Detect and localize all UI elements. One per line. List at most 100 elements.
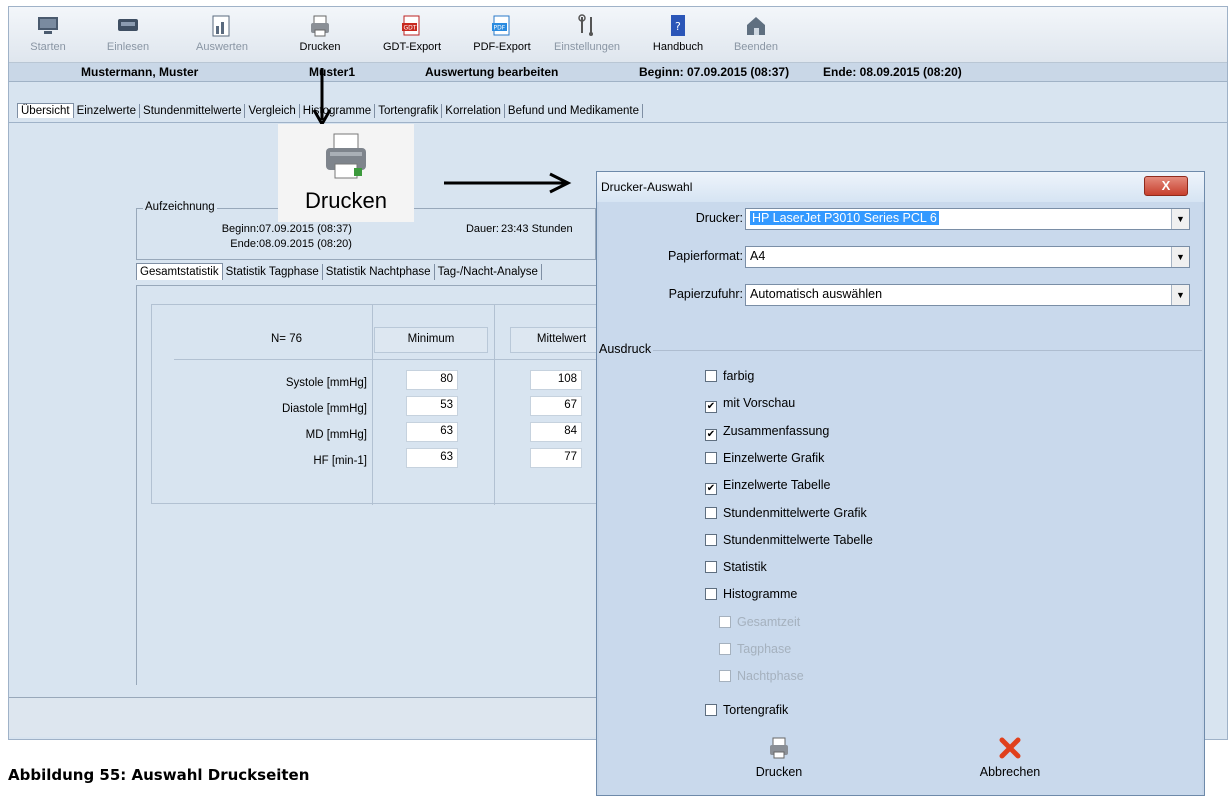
einstellungen-button[interactable]: Einstellungen xyxy=(554,9,620,61)
pdf-export-button[interactable]: PDF PDF-Export xyxy=(469,9,535,61)
option-label: Gesamtzeit xyxy=(737,614,801,629)
tab-korrelation[interactable]: Korrelation xyxy=(442,104,505,118)
checkbox-empty-icon xyxy=(719,615,731,628)
tools-icon xyxy=(578,14,593,36)
einlesen-button[interactable]: Einlesen xyxy=(95,9,161,61)
checkbox-empty-icon xyxy=(705,533,717,546)
svg-text:GDT: GDT xyxy=(404,25,417,32)
gdt-export-button[interactable]: GDT GDT-Export xyxy=(379,9,445,61)
cell-systole-min: 80 xyxy=(406,370,458,390)
cell-diastole-min: 53 xyxy=(406,396,458,416)
svg-text:PDF: PDF xyxy=(494,25,506,32)
duration-label: Dauer: xyxy=(465,223,499,235)
statistics-panel: N= 76 Minimum Mittelwert Systole [mmHg] … xyxy=(136,285,612,685)
starten-button[interactable]: Starten xyxy=(15,9,81,61)
option-label: Tortengrafik xyxy=(723,703,789,718)
printer-dialog: Drucker-Auswahl X Drucker: HP LaserJet P… xyxy=(596,171,1205,796)
auswerten-button[interactable]: Auswerten xyxy=(189,9,255,61)
checkbox-empty-icon xyxy=(705,506,717,519)
cell-diastole-mean: 67 xyxy=(530,396,582,416)
tab-uebersicht[interactable]: Übersicht xyxy=(17,103,74,118)
row-label-hf: HF [min-1] xyxy=(313,455,367,467)
option-checkbox[interactable]: Stundenmittelwerte Tabelle xyxy=(705,533,873,551)
option-checkbox[interactable]: Stundenmittelwerte Grafik xyxy=(705,506,867,524)
col-minimum: Minimum xyxy=(374,327,488,353)
cell-hf-mean: 77 xyxy=(530,448,582,468)
statistics-tabs: Gesamtstatistik Statistik Tagphase Statist… xyxy=(136,263,542,284)
option-checkbox[interactable]: Statistik xyxy=(705,560,767,578)
checkbox-checked-icon: ✔ xyxy=(705,401,717,414)
cell-md-mean: 84 xyxy=(530,422,582,442)
printer-label: Drucker: xyxy=(695,211,743,225)
tab-statistik-nachtphase[interactable]: Statistik Nachtphase xyxy=(323,264,435,280)
printer-icon xyxy=(770,737,788,759)
tab-befund[interactable]: Befund und Medikamente xyxy=(505,104,643,118)
tab-divider xyxy=(9,122,1228,123)
tab-tag-nacht-analyse[interactable]: Tag-/Nacht-Analyse xyxy=(435,264,542,280)
printer-select[interactable]: HP LaserJet P3010 Series PCL 6 ▼ xyxy=(745,208,1190,230)
beenden-button[interactable]: Beenden xyxy=(723,9,789,61)
chevron-down-icon: ▼ xyxy=(1171,247,1189,267)
starten-label: Starten xyxy=(30,41,66,53)
checkbox-empty-icon xyxy=(705,370,717,382)
option-checkbox[interactable]: ✔ mit Vorschau xyxy=(705,396,795,414)
cell-systole-mean: 108 xyxy=(530,370,582,390)
option-checkbox[interactable]: Tortengrafik xyxy=(705,703,788,721)
right-arrow xyxy=(444,172,572,194)
status-bar: Mustermann, Muster Muster1 Auswertung be… xyxy=(9,63,1227,82)
tab-statistik-tagphase[interactable]: Statistik Tagphase xyxy=(223,264,323,280)
tab-einzelwerte[interactable]: Einzelwerte xyxy=(74,104,141,118)
checkbox-empty-icon xyxy=(705,451,717,464)
option-checkbox[interactable]: Histogramme xyxy=(705,587,797,605)
beenden-label: Beenden xyxy=(733,41,779,53)
row-label-diastole: Diastole [mmHg] xyxy=(282,403,367,415)
cancel-x-icon xyxy=(999,737,1021,759)
bottom-bar xyxy=(9,697,609,737)
evaluate-icon xyxy=(212,15,230,37)
option-checkbox[interactable]: farbig xyxy=(705,369,754,387)
checkbox-empty-icon xyxy=(705,561,717,574)
option-checkbox[interactable]: Einzelwerte Grafik xyxy=(705,451,824,469)
tab-stundenmittelwerte[interactable]: Stundenmittelwerte xyxy=(140,104,246,118)
option-label: Zusammenfassung xyxy=(723,423,830,438)
callout-label: Drucken xyxy=(305,188,387,213)
checkbox-empty-icon xyxy=(705,588,717,601)
printer-select-value: HP LaserJet P3010 Series PCL 6 xyxy=(750,211,939,225)
down-arrow xyxy=(312,68,332,126)
printer-icon xyxy=(311,15,329,37)
cancel-button[interactable]: Abbrechen xyxy=(965,735,1055,779)
handbuch-button[interactable]: ? Handbuch xyxy=(645,9,711,61)
print-button-label: Drucken xyxy=(755,765,803,779)
cancel-button-label: Abbrechen xyxy=(979,765,1041,779)
checkbox-empty-icon xyxy=(719,643,731,655)
figure-caption: Abbildung 55: Auswahl Druckseiten xyxy=(8,766,310,784)
ausdruck-legend: Ausdruck xyxy=(599,342,654,356)
checkbox-checked-icon: ✔ xyxy=(705,428,717,441)
option-label: Tagphase xyxy=(737,642,792,656)
row-label-md: MD [mmHg] xyxy=(305,429,367,441)
paper-select-value: A4 xyxy=(750,249,766,263)
status-begin: Beginn: 07.09.2015 (08:37) xyxy=(639,65,790,79)
patient-name: Mustermann, Muster xyxy=(81,65,199,79)
option-label: Nachtphase xyxy=(737,669,804,684)
ausdruck-group: Ausdruck farbig ✔ mit Vorschau ✔ Zusammenfas… xyxy=(599,342,1202,790)
end-value: 08.09.2015 (08:20) xyxy=(259,238,352,250)
status-end: Ende: 08.09.2015 (08:20) xyxy=(823,65,962,79)
close-button[interactable]: X xyxy=(1144,176,1188,196)
begin-label: Beginn: xyxy=(221,223,259,235)
paper-select[interactable]: A4 ▼ xyxy=(745,246,1190,268)
dialog-title: Drucker-Auswahl xyxy=(601,180,693,194)
option-label: farbig xyxy=(723,369,755,383)
print-button[interactable]: Drucken xyxy=(739,735,819,779)
chevron-down-icon: ▼ xyxy=(1171,209,1189,229)
option-label: Statistik xyxy=(723,560,767,575)
option-checkbox[interactable]: ✔ Zusammenfassung xyxy=(705,424,829,442)
option-checkbox[interactable]: ✔ Einzelwerte Tabelle xyxy=(705,478,830,496)
drucken-button[interactable]: Drucken xyxy=(287,9,353,61)
tab-gesamtstatistik[interactable]: Gesamtstatistik xyxy=(136,263,223,280)
feed-select[interactable]: Automatisch auswählen ▼ xyxy=(745,284,1190,306)
home-exit-icon xyxy=(747,17,765,35)
tab-tortengrafik[interactable]: Tortengrafik xyxy=(375,104,443,118)
tab-vergleich[interactable]: Vergleich xyxy=(245,104,300,118)
svg-text:?: ? xyxy=(675,20,681,33)
